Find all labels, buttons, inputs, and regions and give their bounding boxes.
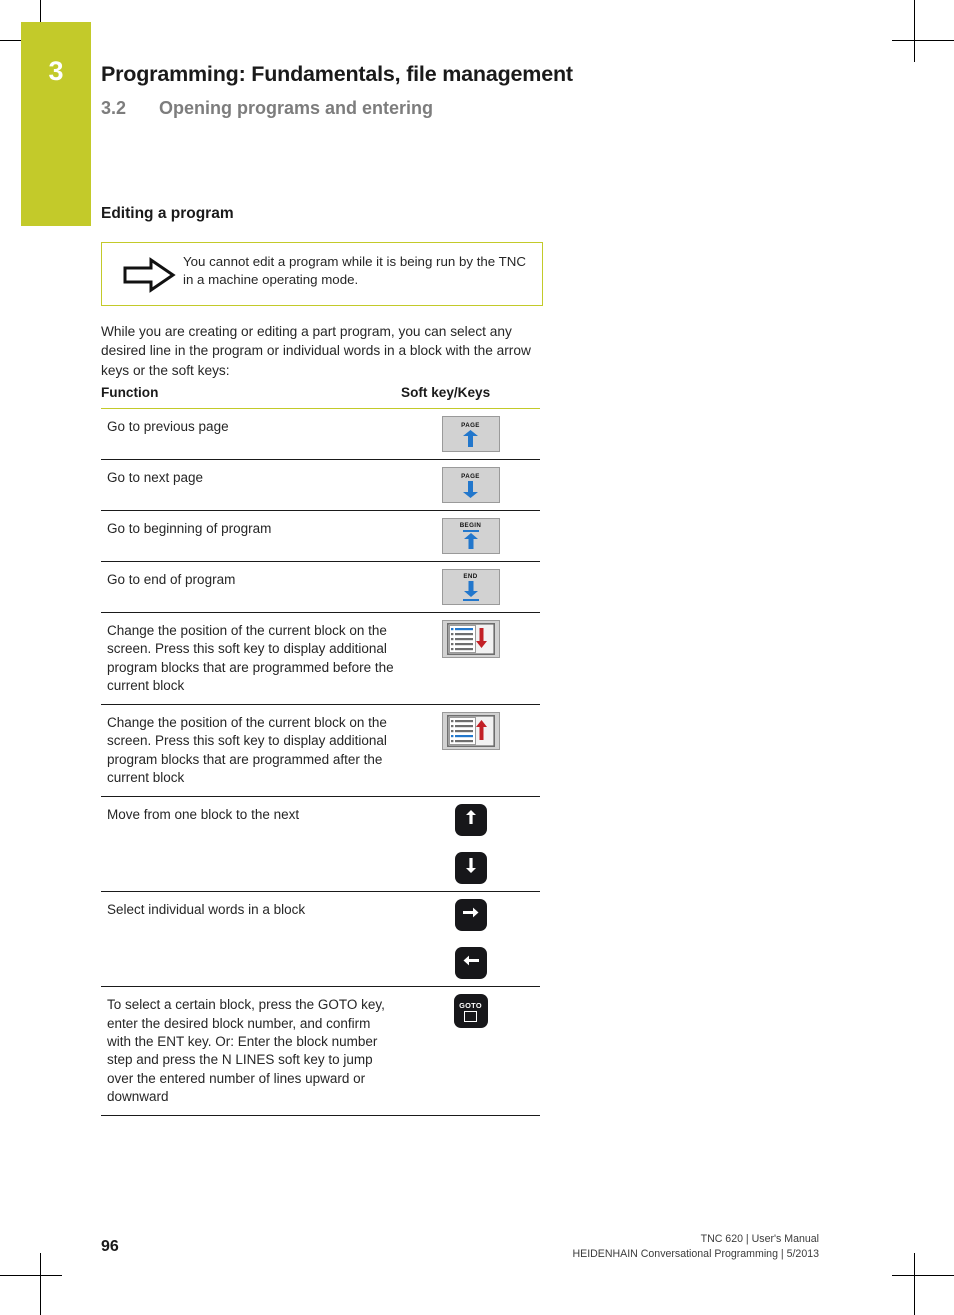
section-heading: 3.2 Opening programs and entering bbox=[101, 98, 801, 119]
arrow-left-key-icon bbox=[463, 954, 479, 972]
chapter-number: 3 bbox=[48, 56, 64, 86]
subsection-title: Editing a program bbox=[101, 205, 234, 222]
arrow-right-key[interactable] bbox=[454, 899, 487, 932]
softkey-label: PAGE bbox=[461, 421, 480, 429]
arrow-up-key[interactable] bbox=[454, 804, 487, 837]
crop-mark-top-right bbox=[914, 0, 915, 62]
page-number: 96 bbox=[101, 1238, 119, 1255]
table-row: Change the position of the current block… bbox=[101, 613, 540, 706]
function-softkey-table: Function Soft key/Keys Go to previous pa… bbox=[101, 385, 540, 1117]
table-row: Go to end of program END bbox=[101, 562, 540, 613]
note-box: You cannot edit a program while it is be… bbox=[101, 242, 543, 306]
arrow-down-key-icon bbox=[464, 858, 478, 878]
block-arrow-right-icon bbox=[121, 257, 177, 293]
softkey-label: PAGE bbox=[461, 472, 480, 480]
function-description: Move from one block to the next bbox=[107, 807, 300, 823]
crop-mark-right-bottom bbox=[892, 1275, 954, 1276]
column-header-function: Function bbox=[101, 385, 159, 400]
page-header: Programming: Fundamentals, file manageme… bbox=[101, 62, 801, 119]
softkey-cell: PAGE bbox=[401, 409, 540, 459]
table-row: Change the position of the current block… bbox=[101, 705, 540, 798]
intro-paragraph: While you are creating or editing a part… bbox=[101, 324, 531, 378]
crop-mark-right-top bbox=[892, 40, 954, 41]
function-description: Change the position of the current block… bbox=[107, 715, 387, 786]
begin-of-program-icon bbox=[460, 530, 482, 550]
manual-page: 3 Programming: Fundamentals, file manage… bbox=[0, 0, 954, 1315]
goto-key-label: GOTO bbox=[459, 1000, 482, 1010]
softkey-cell: GOTO bbox=[401, 987, 540, 1035]
page-down-icon bbox=[461, 480, 480, 498]
table-row: To select a certain block, press the GOT… bbox=[101, 987, 540, 1117]
crop-mark-bottom-right bbox=[914, 1253, 915, 1315]
footer-meta: TNC 620 | User's Manual HEIDENHAIN Conve… bbox=[572, 1232, 819, 1261]
end-of-program-icon bbox=[460, 581, 482, 601]
softkey-label: BEGIN bbox=[459, 522, 482, 529]
arrow-left-key[interactable] bbox=[454, 947, 487, 980]
footer-manual-title: TNC 620 | User's Manual bbox=[700, 1233, 819, 1245]
softkey-cell: END bbox=[401, 562, 540, 612]
table-row: Go to previous page PAGE bbox=[101, 409, 540, 460]
goto-key[interactable]: GOTO bbox=[453, 994, 488, 1029]
table-body: Go to previous page PAGE Go to next page PA… bbox=[101, 409, 540, 1117]
crop-mark-bottom-left bbox=[40, 1253, 41, 1315]
arrow-right-key-icon bbox=[462, 906, 479, 924]
scroll-block-down-softkey[interactable] bbox=[441, 620, 500, 658]
chapter-tab bbox=[21, 22, 91, 226]
page-up-icon bbox=[461, 429, 480, 447]
softkey-cell: BEGIN bbox=[401, 511, 540, 561]
table-row: Go to next page PAGE bbox=[101, 460, 540, 511]
page-up-softkey[interactable]: PAGE bbox=[441, 416, 500, 452]
arrow-up-key-icon bbox=[464, 810, 478, 830]
softkey-cell bbox=[401, 613, 540, 665]
table-row: Move from one block to the next bbox=[101, 797, 540, 893]
function-description: Go to end of program bbox=[107, 572, 236, 587]
table-row: Go to beginning of program BEGIN bbox=[101, 511, 540, 562]
function-description: Go to previous page bbox=[107, 419, 229, 434]
function-description: To select a certain block, press the GOT… bbox=[107, 997, 385, 1104]
scroll-block-up-icon bbox=[446, 715, 495, 748]
page-title: Programming: Fundamentals, file manageme… bbox=[101, 62, 573, 86]
crop-mark-left-bottom bbox=[0, 1275, 62, 1276]
softkey-label: END bbox=[463, 573, 478, 580]
section-heading-label: Opening programs and entering bbox=[159, 98, 434, 118]
function-description: Select individual words in a block bbox=[107, 902, 306, 918]
softkey-cell bbox=[401, 705, 540, 757]
page-down-softkey[interactable]: PAGE bbox=[441, 467, 500, 503]
table-row: Select individual words in a block bbox=[101, 892, 540, 988]
end-of-program-softkey[interactable]: END bbox=[441, 569, 500, 605]
scroll-block-down-icon bbox=[446, 623, 495, 655]
softkey-cell bbox=[401, 892, 540, 986]
softkey-cell: PAGE bbox=[401, 460, 540, 510]
column-header-softkey: Soft key/Keys bbox=[401, 385, 491, 400]
note-text: You cannot edit a program while it is be… bbox=[183, 254, 526, 287]
footer-publisher: HEIDENHAIN Conversational Programming | … bbox=[572, 1247, 819, 1260]
scroll-block-up-softkey[interactable] bbox=[441, 712, 500, 751]
table-header-row: Function Soft key/Keys bbox=[101, 385, 540, 409]
function-description: Go to next page bbox=[107, 470, 204, 485]
arrow-down-key[interactable] bbox=[454, 852, 487, 885]
goto-key-square-icon bbox=[464, 1010, 477, 1022]
section-number: 3.2 bbox=[101, 98, 127, 118]
function-description: Change the position of the current block… bbox=[107, 623, 394, 693]
softkey-cell bbox=[401, 797, 540, 891]
function-description: Go to beginning of program bbox=[107, 521, 272, 536]
begin-of-program-softkey[interactable]: BEGIN bbox=[441, 518, 500, 554]
